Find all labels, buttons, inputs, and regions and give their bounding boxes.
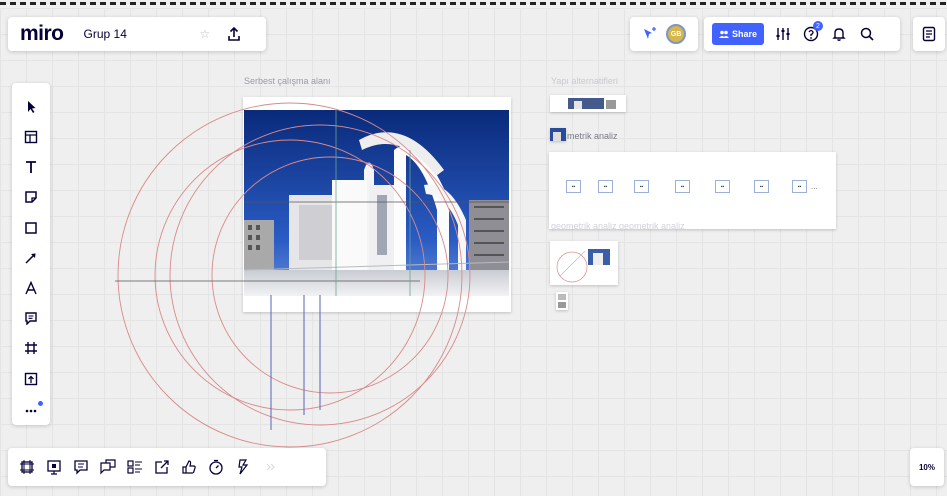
help-icon[interactable]: 2: [802, 21, 823, 43]
bell-icon[interactable]: [830, 25, 848, 43]
church-photo[interactable]: [244, 110, 509, 296]
present-icon[interactable]: [43, 457, 64, 478]
collapse-chevrons-icon[interactable]: [259, 457, 280, 478]
users-icon: [718, 30, 729, 38]
share-button[interactable]: Share: [712, 23, 764, 45]
analysis-cards-frame[interactable]: ▪▪ ▪▪ ▪▪ ▪▪ ▪▪ ▪▪ ▪▪ ...: [549, 152, 836, 229]
zoom-level-indicator[interactable]: 10%: [910, 448, 944, 486]
collaboration-bar: GB: [630, 17, 698, 51]
workspace-frame-title[interactable]: Serbest çalışma alanı: [244, 76, 331, 86]
sticky-note-icon[interactable]: [17, 184, 45, 212]
notification-badge: 2: [813, 21, 823, 31]
timer-icon[interactable]: [205, 457, 226, 478]
card-list-icon[interactable]: [124, 457, 145, 478]
geometric-analysis-repeat-label[interactable]: geometrik analiz geometrik analiz: [551, 221, 685, 231]
shape-icon[interactable]: [17, 214, 45, 242]
more-cards-indicator: ...: [811, 182, 818, 191]
reactions-icon[interactable]: [642, 26, 658, 42]
voting-icon[interactable]: [178, 457, 199, 478]
board-name[interactable]: Grup 14: [84, 27, 194, 41]
avatar[interactable]: GB: [666, 24, 686, 44]
geometric-sketch-thumbnail[interactable]: [550, 241, 618, 285]
text-tool-icon[interactable]: [17, 153, 45, 181]
miro-logo[interactable]: miro: [20, 22, 64, 46]
analysis-card[interactable]: ▪▪: [566, 180, 581, 193]
comments-icon[interactable]: [70, 457, 91, 478]
share-label: Share: [731, 29, 757, 39]
chat-icon[interactable]: [97, 457, 118, 478]
settings-sliders-icon[interactable]: [774, 25, 792, 43]
notes-menu-button[interactable]: [913, 17, 945, 51]
analysis-card[interactable]: ▪▪: [634, 180, 649, 193]
analysis-card[interactable]: ▪▪: [754, 180, 769, 193]
analysis-card[interactable]: ▪▪: [598, 180, 613, 193]
connection-line-icon[interactable]: [17, 244, 45, 272]
board-header: miro Grup 14 ☆: [8, 17, 266, 51]
frame-icon[interactable]: [17, 335, 45, 363]
share-toolbar: Share 2: [704, 17, 900, 51]
upload-icon[interactable]: [226, 26, 242, 42]
analysis-card[interactable]: ▪▪: [715, 180, 730, 193]
analysis-card[interactable]: ▪▪: [675, 180, 690, 193]
select-cursor-icon[interactable]: [17, 93, 45, 121]
creation-toolbar: [12, 83, 50, 425]
analysis-card[interactable]: ▪▪: [792, 180, 807, 193]
upload-tool-icon[interactable]: [17, 365, 45, 393]
template-icon[interactable]: [17, 123, 45, 151]
screen-dotted-border: [0, 0, 947, 8]
frames-icon[interactable]: [16, 457, 37, 478]
small-image-thumbnail[interactable]: [556, 292, 568, 310]
alternatives-title[interactable]: Yapı alternatifleri: [551, 76, 618, 86]
pen-icon[interactable]: [17, 274, 45, 302]
star-icon[interactable]: ☆: [200, 27, 211, 41]
screen-share-icon[interactable]: [151, 457, 172, 478]
new-indicator-dot: [38, 400, 43, 406]
more-tools-icon[interactable]: [17, 395, 45, 423]
bottom-toolbar: [8, 448, 326, 486]
document-icon: [922, 26, 936, 42]
activity-icon[interactable]: [232, 457, 253, 478]
geometric-analysis-thumbnail[interactable]: [550, 128, 566, 141]
search-icon[interactable]: [858, 25, 876, 43]
alternatives-thumbnail[interactable]: [550, 95, 626, 112]
geometric-analysis-title[interactable]: metrik analiz: [567, 131, 618, 141]
comment-icon[interactable]: [17, 304, 45, 332]
